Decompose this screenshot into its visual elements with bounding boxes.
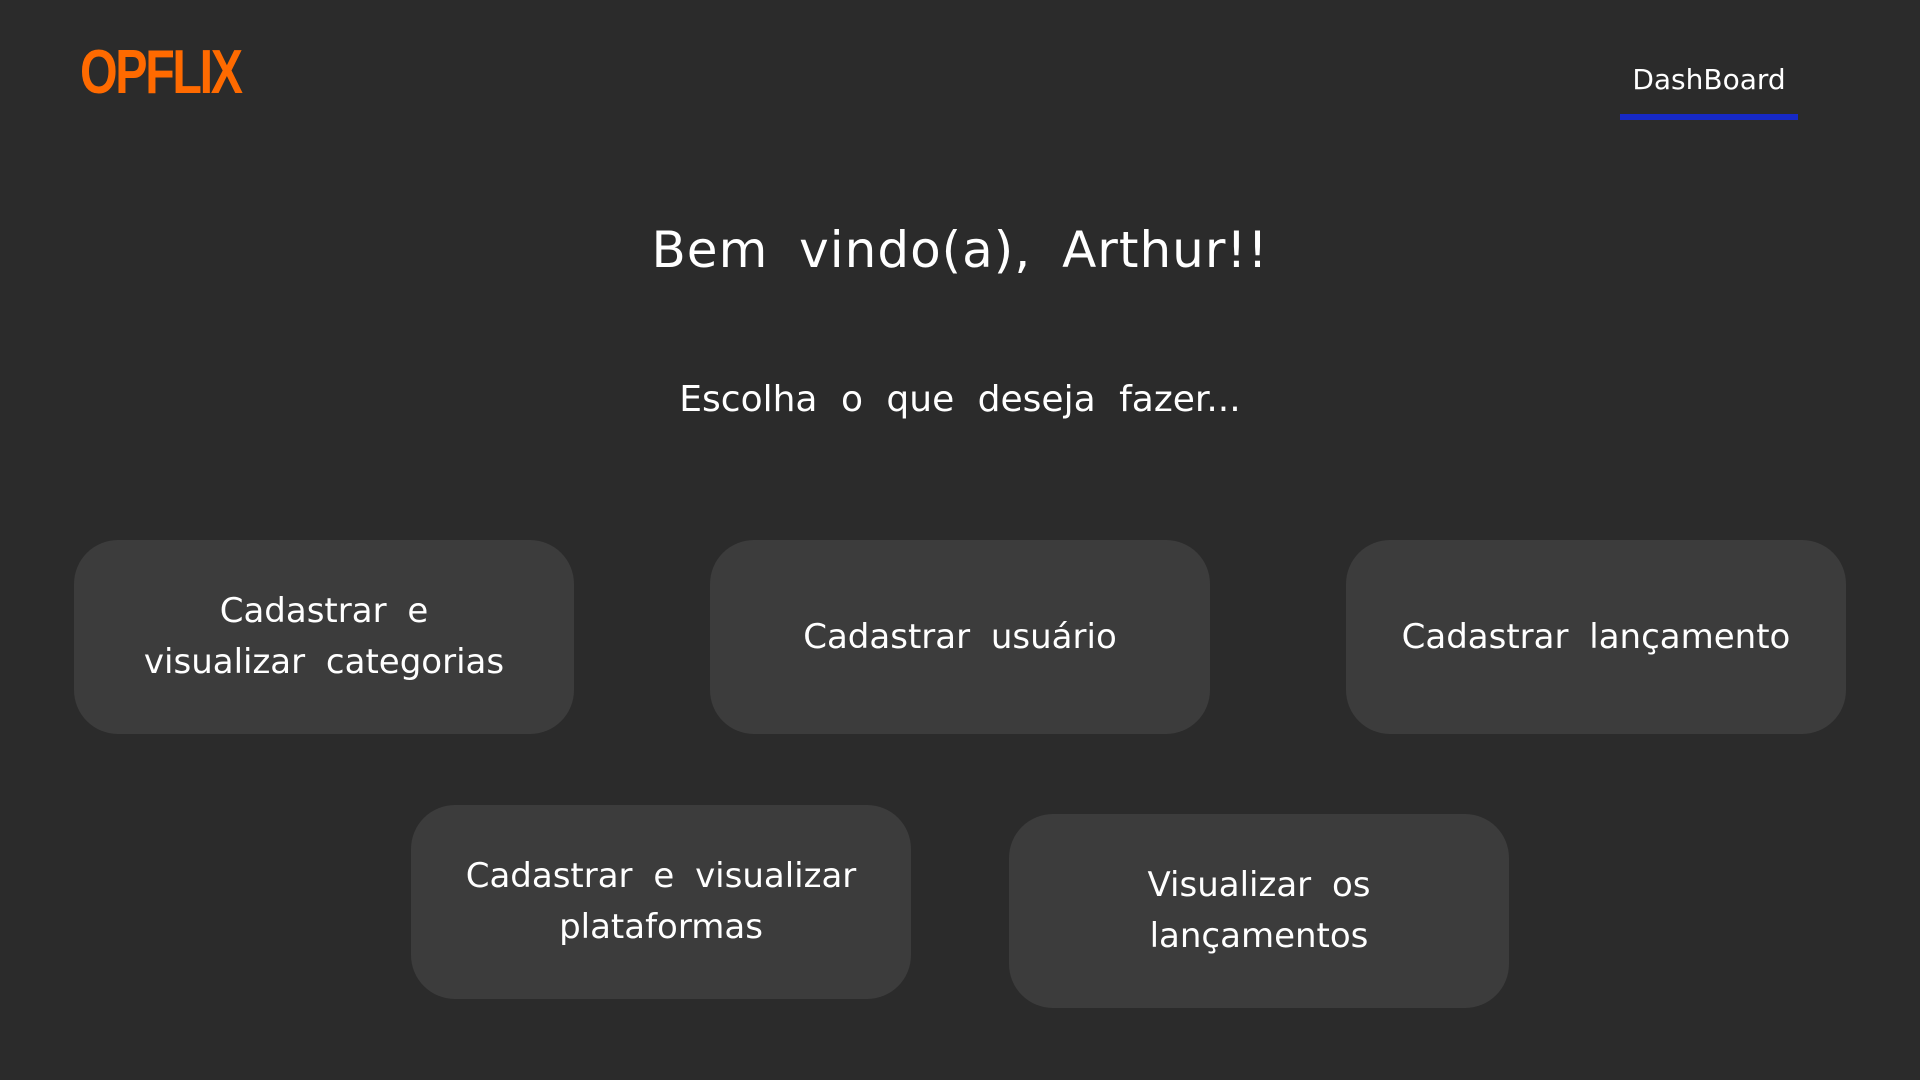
dashboard-page: OPFLIX DashBoard Bem vindo(a), Arthur!! …: [0, 0, 1920, 1080]
categories-button-label: Cadastrar e visualizar categorias: [143, 591, 505, 682]
welcome-heading: Bem vindo(a), Arthur!!: [651, 221, 1269, 279]
platforms-button[interactable]: Cadastrar e visualizar plataformas: [411, 805, 911, 999]
platforms-button-label: Cadastrar e visualizar plataformas: [465, 856, 857, 947]
view-releases-button-label: Visualizar os lançamentos: [1147, 865, 1371, 956]
categories-button[interactable]: Cadastrar e visualizar categorias: [74, 540, 574, 734]
register-user-button[interactable]: Cadastrar usuário: [710, 540, 1210, 734]
page-subtitle: Escolha o que deseja fazer...: [679, 379, 1241, 420]
opflix-logo[interactable]: OPFLIX: [80, 42, 243, 104]
register-release-button-label: Cadastrar lançamento: [1401, 616, 1791, 657]
nav-link-dashboard[interactable]: DashBoard: [1620, 66, 1798, 94]
register-user-button-label: Cadastrar usuário: [803, 616, 1117, 657]
view-releases-button[interactable]: Visualizar os lançamentos: [1009, 814, 1509, 1008]
register-release-button[interactable]: Cadastrar lançamento: [1346, 540, 1846, 734]
nav-active-indicator: [1620, 114, 1798, 120]
